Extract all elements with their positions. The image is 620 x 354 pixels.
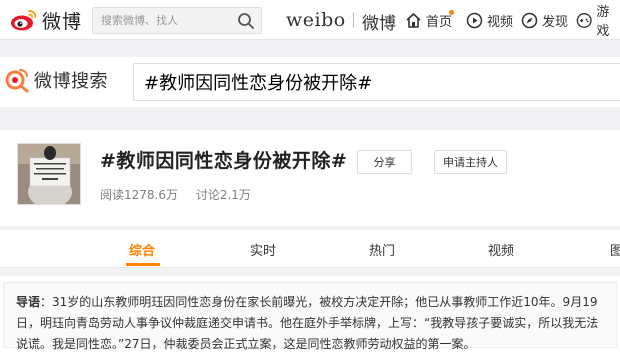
brand-weibo-cn: 微博 <box>362 14 396 34</box>
logo-text: 微博 <box>42 10 83 33</box>
guide-text: ：31岁的山东教师明珏因同性恋身份在家长前曝光，被校方决定开除；他已从事教师工作… <box>16 295 599 351</box>
result-tabs: 综合 实时 热门 视频 图 <box>0 230 620 268</box>
weibo-logo[interactable]: 微博 <box>10 7 82 33</box>
tab-hot[interactable]: 热门 <box>369 230 395 268</box>
share-button[interactable]: 分享 <box>357 150 412 174</box>
search-icon[interactable] <box>237 12 255 34</box>
read-count: 阅读1278.6万 <box>100 188 178 202</box>
apply-host-button[interactable]: 申请主持人 <box>434 150 507 174</box>
weibo-search-banner: 微博搜索 #教师因同性恋身份被开除# <box>0 57 620 107</box>
nav-discover-label: 发现 <box>542 14 569 30</box>
brand-divider <box>353 12 354 28</box>
nav-game[interactable]: 游戏 <box>576 5 620 39</box>
discussion-count: 讨论2.1万 <box>195 188 251 202</box>
topic-title: #教师因同性恋身份被开除# <box>100 150 348 172</box>
guide-label: 导语 <box>16 295 41 309</box>
brand-weibo-en: weibo <box>286 9 346 31</box>
weibo-eye-icon <box>11 10 37 31</box>
nav-video-label: 视频 <box>487 14 514 30</box>
tab-video[interactable]: 视频 <box>488 230 514 268</box>
topic-stats: 阅读1278.6万 讨论2.1万 <box>100 186 265 203</box>
topic-avatar <box>17 143 81 205</box>
weibo-search-text: 微博搜索 <box>34 71 108 92</box>
notification-dot <box>449 10 454 15</box>
nav-discover[interactable]: 发现 <box>521 10 568 30</box>
compass-icon <box>521 12 538 28</box>
tab-realtime[interactable]: 实时 <box>250 230 276 268</box>
top-search-box[interactable] <box>92 7 262 34</box>
topic-guide-section: 导语：31岁的山东教师明珏因同性恋身份在家长前曝光，被校方决定开除；他已从事教师… <box>0 276 620 354</box>
tab-pictures[interactable]: 图 <box>610 230 620 268</box>
active-tab-indicator <box>126 263 160 266</box>
top-navbar: 微博 weibo 微博 首页 视频 发现 游戏 <box>0 0 620 40</box>
nav-home[interactable]: 首页 <box>405 10 454 30</box>
top-search-input[interactable] <box>93 8 233 33</box>
weibo-search-icon <box>5 69 29 93</box>
nav-video[interactable]: 视频 <box>466 10 513 30</box>
main-search-input[interactable]: #教师因同性恋身份被开除# <box>133 63 620 101</box>
nav-home-label: 首页 <box>426 14 453 30</box>
gamepad-icon <box>576 12 592 28</box>
guide-box: 导语：31岁的山东教师明珏因同性恋身份在家长前曝光，被校方决定开除；他已从事教师… <box>3 282 617 351</box>
nav-game-label: 游戏 <box>596 5 610 39</box>
weibo-search-logo[interactable]: 微博搜索 <box>4 67 108 93</box>
home-icon <box>406 12 421 28</box>
topic-card: #教师因同性恋身份被开除# 分享 申请主持人 阅读1278.6万 讨论2.1万 <box>0 130 620 226</box>
video-icon <box>466 12 483 28</box>
